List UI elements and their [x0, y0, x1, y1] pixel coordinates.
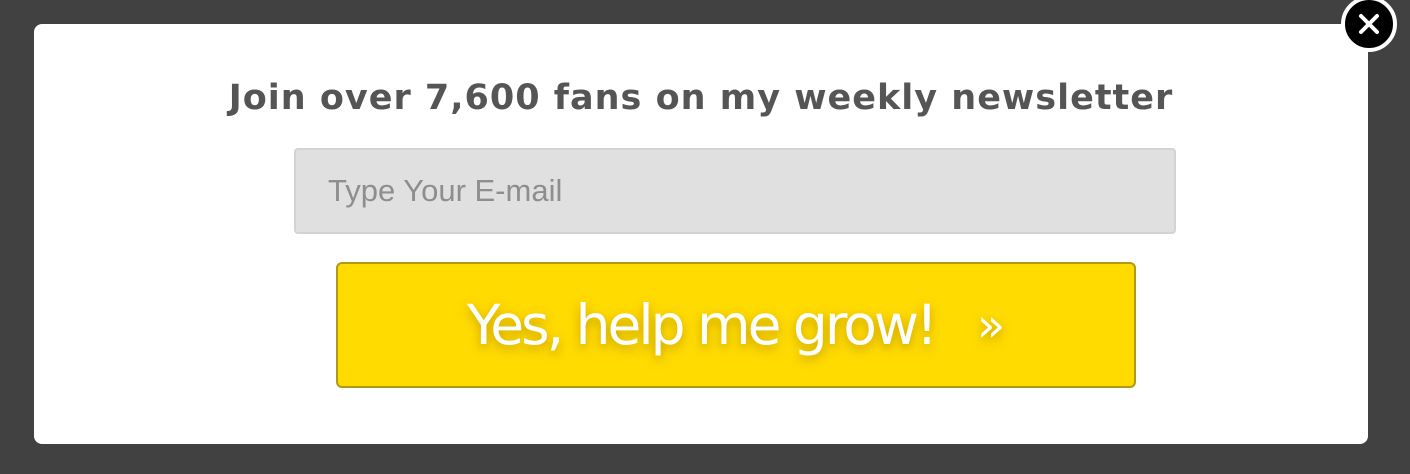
subscribe-button[interactable]: Yes, help me grow! » — [336, 262, 1136, 388]
popup-headline: Join over 7,600 fans on my weekly newsle… — [228, 78, 1174, 118]
close-button[interactable] — [1341, 0, 1397, 52]
email-input[interactable] — [294, 148, 1176, 234]
close-icon — [1359, 14, 1379, 34]
subscribe-button-label: Yes, help me grow! — [466, 293, 938, 357]
newsletter-popup: Join over 7,600 fans on my weekly newsle… — [34, 24, 1368, 444]
double-chevron-right-icon: » — [976, 298, 1006, 352]
